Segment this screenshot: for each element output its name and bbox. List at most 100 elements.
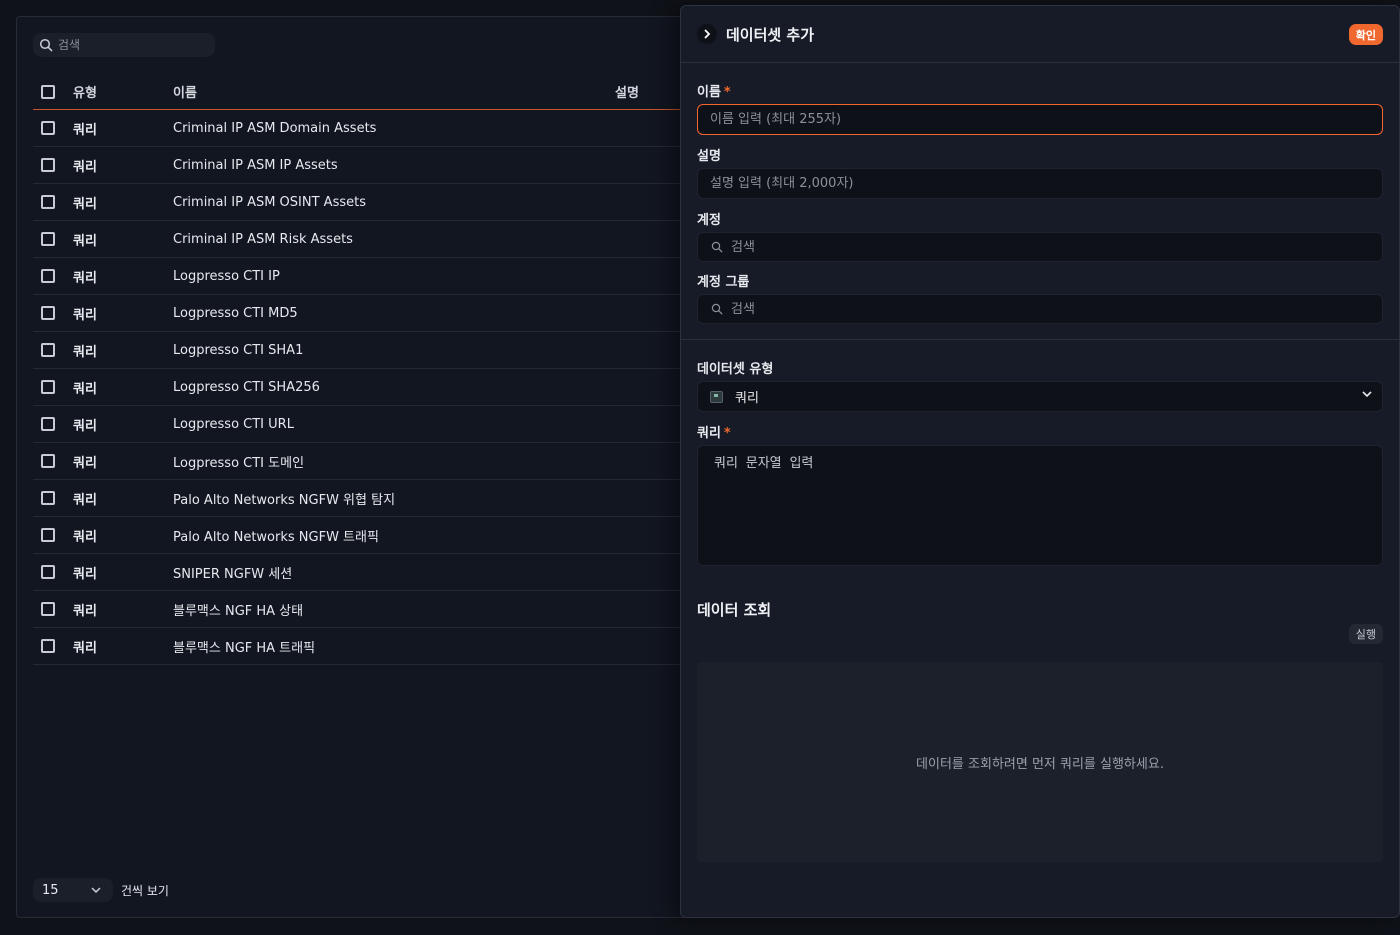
row-name[interactable]: 블루맥스 NGF HA 트래픽 — [173, 637, 615, 656]
search-icon — [711, 241, 723, 253]
description-input[interactable] — [697, 168, 1383, 199]
row-name[interactable]: Criminal IP ASM Risk Assets — [173, 232, 615, 247]
account-label: 계정 — [697, 213, 721, 228]
row-checkbox[interactable] — [41, 417, 55, 431]
page-size-select[interactable]: 15 — [33, 878, 113, 902]
row-type: 쿼리 — [73, 566, 97, 582]
name-label: 이름 * — [697, 85, 731, 100]
table-row[interactable]: 쿼리 블루맥스 NGF HA 트래픽 — [33, 628, 683, 665]
query-result-area: 데이터를 조회하려면 먼저 쿼리를 실행하세요. — [697, 662, 1383, 862]
row-type: 쿼리 — [73, 640, 97, 656]
row-checkbox[interactable] — [41, 343, 55, 357]
add-dataset-panel: 데이터셋 추가 확인 이름* 설명 계정 계정 그룹 데이터셋 유형 쿼리 쿼리… — [680, 5, 1400, 918]
row-type: 쿼리 — [73, 270, 97, 286]
empty-result-message: 데이터를 조회하려면 먼저 쿼리를 실행하세요. — [916, 756, 1164, 772]
data-view-title: 데이터 조회 — [697, 601, 772, 619]
table-row[interactable]: 쿼리 Criminal IP ASM Domain Assets — [33, 110, 683, 147]
select-all-checkbox[interactable] — [41, 84, 55, 99]
table-header: 유형 이름 설명 — [33, 74, 683, 110]
page-size-value: 15 — [42, 882, 59, 898]
row-name[interactable]: Criminal IP ASM OSINT Assets — [173, 195, 615, 210]
column-header-name[interactable]: 이름 — [173, 82, 615, 101]
row-checkbox[interactable] — [41, 380, 55, 394]
table-row[interactable]: 쿼리 블루맥스 NGF HA 상태 — [33, 591, 683, 628]
row-checkbox[interactable] — [41, 565, 55, 579]
query-editor[interactable] — [697, 445, 1383, 566]
panel-title: 데이터셋 추가 — [726, 25, 815, 44]
table-row[interactable]: 쿼리 Criminal IP ASM IP Assets — [33, 147, 683, 184]
collapse-panel-button[interactable] — [697, 24, 717, 44]
row-name[interactable]: Logpresso CTI MD5 — [173, 306, 615, 321]
row-name[interactable]: 블루맥스 NGF HA 상태 — [173, 600, 615, 619]
section-divider — [681, 339, 1399, 340]
name-input[interactable] — [697, 104, 1383, 135]
row-name[interactable]: Palo Alto Networks NGFW 트래픽 — [173, 526, 615, 545]
row-type: 쿼리 — [73, 233, 97, 249]
row-name[interactable]: Palo Alto Networks NGFW 위협 탐지 — [173, 489, 615, 508]
table-row[interactable]: 쿼리 Palo Alto Networks NGFW 트래픽 — [33, 517, 683, 554]
column-header-type[interactable]: 유형 — [73, 82, 173, 101]
row-type: 쿼리 — [73, 344, 97, 360]
account-group-search-input[interactable] — [731, 301, 1331, 317]
query-label: 쿼리 * — [697, 426, 731, 441]
row-checkbox[interactable] — [41, 306, 55, 320]
search-icon — [39, 38, 53, 52]
pagination: 15 건씩 보기 — [33, 878, 169, 902]
list-search-box[interactable] — [33, 33, 215, 57]
row-checkbox[interactable] — [41, 602, 55, 616]
dataset-type-label: 데이터셋 유형 — [697, 362, 774, 377]
row-type: 쿼리 — [73, 492, 97, 508]
row-checkbox[interactable] — [41, 491, 55, 505]
row-checkbox[interactable] — [41, 269, 55, 283]
search-icon — [711, 303, 723, 315]
chevron-down-icon — [91, 887, 101, 893]
table-row[interactable]: 쿼리 Criminal IP ASM Risk Assets — [33, 221, 683, 258]
table-row[interactable]: 쿼리 Criminal IP ASM OSINT Assets — [33, 184, 683, 221]
row-checkbox[interactable] — [41, 528, 55, 542]
dataset-type-value: 쿼리 — [735, 391, 759, 406]
row-checkbox[interactable] — [41, 195, 55, 209]
row-checkbox[interactable] — [41, 158, 55, 172]
chevron-right-icon — [704, 29, 711, 39]
account-group-search-box[interactable] — [697, 294, 1383, 324]
account-search-box[interactable] — [697, 232, 1383, 262]
row-name[interactable]: Logpresso CTI SHA1 — [173, 343, 615, 358]
table-row[interactable]: 쿼리 SNIPER NGFW 세션 — [33, 554, 683, 591]
row-type: 쿼리 — [73, 381, 97, 397]
table-row[interactable]: 쿼리 Logpresso CTI MD5 — [33, 295, 683, 332]
account-group-label: 계정 그룹 — [697, 275, 750, 290]
description-label: 설명 — [697, 149, 721, 164]
table-body: 쿼리 Criminal IP ASM Domain Assets 쿼리 Crimina… — [33, 110, 683, 665]
list-search-input[interactable] — [58, 38, 198, 52]
dataset-type-select[interactable]: 쿼리 — [697, 381, 1383, 412]
table-row[interactable]: 쿼리 Logpresso CTI SHA1 — [33, 332, 683, 369]
dataset-list-panel: 유형 이름 설명 쿼리 Criminal IP ASM Domain Assets… — [16, 16, 716, 918]
row-name[interactable]: SNIPER NGFW 세션 — [173, 563, 615, 582]
row-name[interactable]: Logpresso CTI SHA256 — [173, 380, 615, 395]
row-checkbox[interactable] — [41, 232, 55, 246]
row-name[interactable]: Logpresso CTI IP — [173, 269, 615, 284]
column-header-description[interactable]: 설명 — [615, 82, 683, 101]
row-checkbox[interactable] — [41, 639, 55, 653]
row-type: 쿼리 — [73, 455, 97, 471]
table-row[interactable]: 쿼리 Logpresso CTI 도메인 — [33, 443, 683, 480]
row-type: 쿼리 — [73, 196, 97, 212]
row-name[interactable]: Logpresso CTI URL — [173, 417, 615, 432]
required-mark: * — [723, 426, 731, 441]
row-name[interactable]: Criminal IP ASM IP Assets — [173, 158, 615, 173]
table-row[interactable]: 쿼리 Logpresso CTI URL — [33, 406, 683, 443]
row-name[interactable]: Logpresso CTI 도메인 — [173, 452, 615, 471]
row-type: 쿼리 — [73, 159, 97, 175]
confirm-button[interactable]: 확인 — [1348, 24, 1383, 45]
row-name[interactable]: Criminal IP ASM Domain Assets — [173, 121, 615, 136]
account-search-input[interactable] — [731, 239, 1331, 255]
table-row[interactable]: 쿼리 Logpresso CTI SHA256 — [33, 369, 683, 406]
row-checkbox[interactable] — [41, 121, 55, 135]
table-row[interactable]: 쿼리 Palo Alto Networks NGFW 위협 탐지 — [33, 480, 683, 517]
row-type: 쿼리 — [73, 529, 97, 545]
row-checkbox[interactable] — [41, 454, 55, 468]
run-query-button[interactable]: 실행 — [1348, 624, 1383, 644]
row-type: 쿼리 — [73, 307, 97, 323]
chevron-down-icon — [1362, 391, 1372, 397]
table-row[interactable]: 쿼리 Logpresso CTI IP — [33, 258, 683, 295]
